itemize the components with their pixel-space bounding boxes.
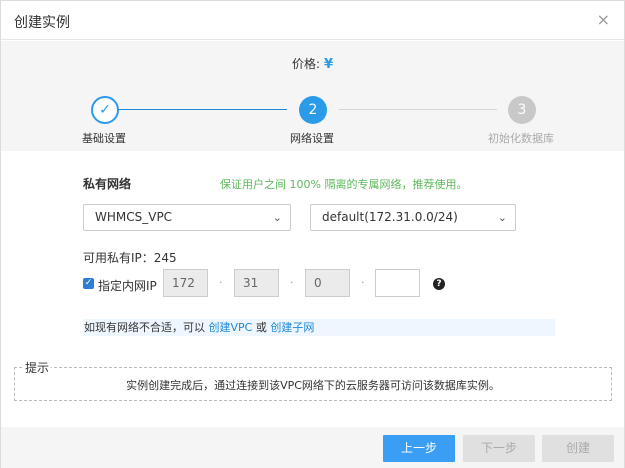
notice-legend: 提示 [23,359,52,376]
ip-octet-2: 31 [234,269,279,297]
price-display: 价格: ¥ [1,55,624,72]
step-3-circle: 3 [508,96,536,124]
next-step-button[interactable]: 下一步 [463,435,535,462]
ip-octet-3: 0 [305,269,350,297]
subnet-select-value: default(172.31.0.0/24) [322,210,458,224]
step-2-circle: 2 [299,96,327,124]
ip-octet-4-input[interactable] [375,269,420,297]
vpc-select[interactable]: WHMCS_VPC ⌄ [83,204,291,231]
notice-box: 提示 实例创建完成后，通过连接到该VPC网络下的云服务器可访问该数据库实例。 [14,359,612,401]
ip-separator: · [290,276,294,289]
step-indicator: ✓ 2 3 基础设置 网络设置 初始化数据库 [1,96,624,146]
dialog-header: 创建实例 × [1,1,624,40]
create-instance-dialog: 创建实例 × 价格: ¥ ✓ 2 3 基础设置 网络设置 初始化数据库 私有网络 … [0,0,625,468]
create-subnet-link[interactable]: 创建子网 [270,321,314,334]
notice-text: 实例创建完成后，通过连接到该VPC网络下的云服务器可访问该数据库实例。 [126,379,500,392]
step-2-label: 网络设置 [290,132,334,145]
available-ip-label: 可用私有IP： [83,251,154,265]
price-currency: ¥ [324,57,334,72]
ip-octet-1: 172 [163,269,208,297]
create-button[interactable]: 创建 [542,435,614,462]
step-3-label: 初始化数据库 [488,132,554,145]
step-connector-pending [339,109,497,110]
step-1-label: 基础设置 [82,132,126,145]
price-label: 价格: [291,57,320,71]
step-1-check-icon: ✓ [91,96,119,124]
ip-separator: · [219,276,223,289]
hint-prefix: 如现有网络不合适，可以 [84,321,205,334]
specify-ip-label[interactable]: 指定内网IP [98,277,157,294]
wizard-header: 价格: ¥ ✓ 2 3 基础设置 网络设置 初始化数据库 [1,41,624,151]
dialog-footer: 上一步 下一步 创建 [1,427,624,468]
chevron-down-icon: ⌄ [497,211,507,224]
available-ip-info: 可用私有IP：245 [83,249,177,266]
specify-ip-row: ✓ 指定内网IP 172 · 31 · 0 · ? [83,269,483,297]
prev-step-button[interactable]: 上一步 [383,435,455,462]
network-hint: 如现有网络不合适，可以 创建VPC 或 创建子网 [83,319,555,336]
specify-ip-checkbox[interactable]: ✓ [83,278,94,289]
step-connector-done [119,109,287,110]
hint-or: 或 [255,321,267,334]
available-ip-count: 245 [153,251,177,265]
network-tip: 保证用户之间 100% 隔离的专属网络，推荐使用。 [220,178,468,191]
private-network-title: 私有网络 [83,177,132,191]
subnet-select[interactable]: default(172.31.0.0/24) ⌄ [310,204,516,231]
close-icon[interactable]: × [597,11,610,29]
help-icon[interactable]: ? [433,278,445,290]
dialog-title: 创建实例 [14,15,70,31]
create-vpc-link[interactable]: 创建VPC [209,321,253,334]
vpc-select-value: WHMCS_VPC [95,210,173,224]
ip-separator: · [361,276,365,289]
chevron-down-icon: ⌄ [272,211,282,224]
